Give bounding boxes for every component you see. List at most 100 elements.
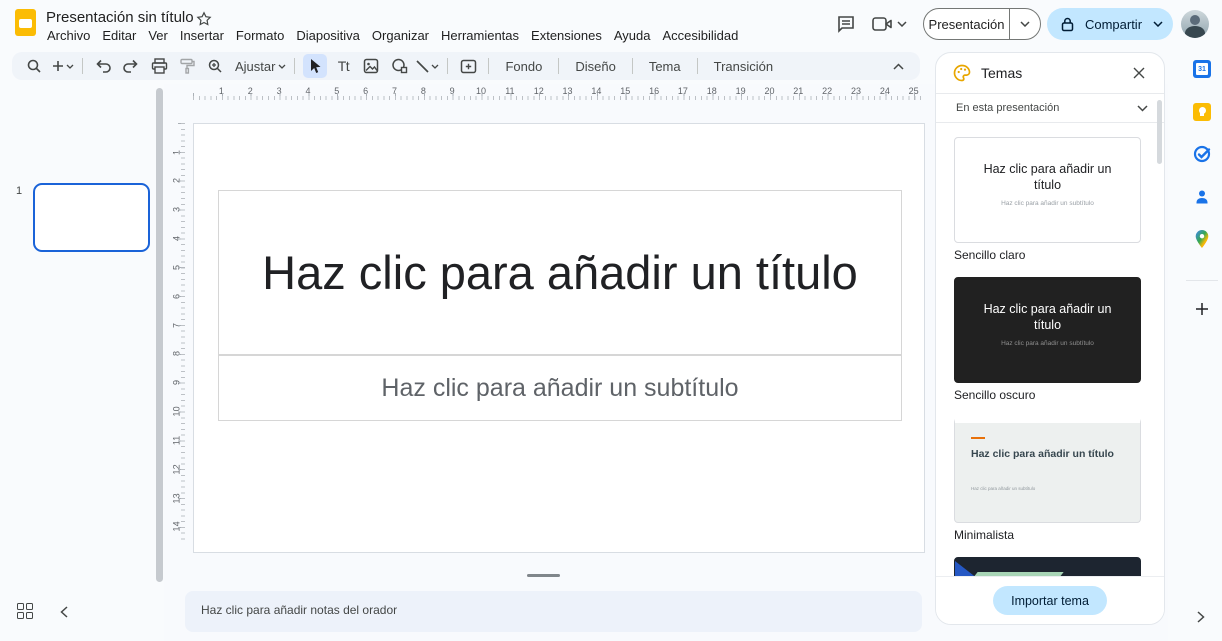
add-app-button[interactable] (1193, 300, 1211, 318)
menu-item[interactable]: Extensiones (525, 26, 608, 45)
filmstrip-scrollbar[interactable] (156, 88, 163, 582)
keep-icon[interactable] (1193, 103, 1211, 121)
title-placeholder-box[interactable]: Haz clic para añadir un título (218, 190, 902, 355)
speaker-notes[interactable]: Haz clic para añadir notas del orador (185, 591, 922, 632)
slide-editor[interactable]: Haz clic para añadir un título Haz clic … (193, 123, 925, 553)
background-label[interactable]: Fondo (497, 59, 550, 74)
chevron-left-icon (60, 606, 68, 618)
theme-subtitle-placeholder: Haz clic para añadir un subtítulo (955, 200, 1140, 207)
calendar-icon[interactable]: 31 (1193, 60, 1211, 78)
document-title[interactable]: Presentación sin título (46, 9, 194, 26)
fit-zoom-label[interactable]: Ajustar (231, 59, 277, 74)
star-icon[interactable] (196, 11, 212, 27)
notes-resize-handle[interactable] (527, 574, 560, 577)
print-button[interactable] (147, 54, 171, 78)
paint-format-button[interactable] (175, 54, 199, 78)
ruler-number: 5 (163, 260, 192, 274)
present-button[interactable]: Presentación (923, 8, 1041, 40)
ruler-number: 3 (163, 203, 192, 217)
menu-item[interactable]: Accesibilidad (657, 26, 745, 45)
theme-thumbnail[interactable]: Haz clic para añadir un título Haz clic … (954, 137, 1141, 243)
plus-icon (51, 59, 65, 73)
theme-card[interactable]: Haz clic para añadir un título Haz clic … (954, 417, 1146, 543)
speaker-notes-placeholder: Haz clic para añadir notas del orador (201, 603, 397, 617)
themes-panel: Temas En esta presentación Haz clic para… (935, 52, 1165, 625)
transition-label[interactable]: Transición (706, 59, 781, 74)
theme-button[interactable]: Tema (641, 54, 689, 78)
share-button-label[interactable]: Compartir (1074, 17, 1153, 32)
layout-button[interactable]: Diseño (567, 54, 623, 78)
close-panel-button[interactable] (1128, 62, 1150, 84)
themes-panel-header: Temas (936, 53, 1164, 94)
search-menus-button[interactable] (22, 54, 46, 78)
hide-side-panel-button[interactable] (1194, 610, 1208, 624)
divider (558, 58, 559, 74)
placeholder-plus-icon (460, 59, 477, 74)
theme-name: Minimalista (954, 528, 1146, 543)
meet-camera-button[interactable] (868, 10, 910, 38)
grid-view-icon[interactable] (17, 603, 34, 620)
chevron-down-icon (278, 64, 286, 69)
insert-line-button[interactable] (415, 54, 439, 78)
menu-item[interactable]: Formato (230, 26, 290, 45)
background-button[interactable]: Fondo (497, 54, 550, 78)
menu-item[interactable]: Editar (96, 26, 142, 45)
transition-button[interactable]: Transición (706, 54, 781, 78)
theme-card[interactable]: Haz clic para añadir un título Haz clic … (954, 277, 1146, 403)
comments-button[interactable] (832, 10, 860, 38)
present-button-label[interactable]: Presentación (924, 17, 1009, 32)
horizontal-ruler-ticks (193, 96, 925, 100)
menu-item[interactable]: Ayuda (608, 26, 657, 45)
subtitle-placeholder-box[interactable]: Haz clic para añadir un subtítulo (218, 355, 902, 421)
zoom-add-button[interactable] (50, 54, 74, 78)
theme-card[interactable]: Haz clic para añadir un título Haz clic … (954, 137, 1146, 263)
insert-placeholder-button[interactable] (456, 54, 480, 78)
fit-zoom-select[interactable]: Ajustar (231, 54, 286, 78)
google-slides-app: Presentación sin título ArchivoEditarVer… (0, 0, 1222, 641)
title-placeholder-text: Haz clic para añadir un título (262, 242, 858, 304)
in-this-presentation-section[interactable]: En esta presentación (936, 94, 1164, 123)
keep-bulb-base (1200, 113, 1204, 116)
tasks-icon[interactable] (1193, 145, 1211, 163)
slides-logo-icon[interactable] (15, 9, 36, 36)
select-tool-button[interactable] (303, 54, 327, 78)
zoom-button[interactable] (203, 54, 227, 78)
ruler-number: 7 (163, 318, 192, 332)
themes-panel-footer: Importar tema (936, 576, 1164, 624)
theme-title-placeholder: Haz clic para añadir un título (971, 446, 1140, 462)
theme-thumbnail[interactable]: Haz clic para añadir un título Haz clic … (954, 417, 1141, 523)
insert-shape-button[interactable] (387, 54, 411, 78)
image-icon (363, 58, 379, 74)
theme-list: Haz clic para añadir un título Haz clic … (936, 123, 1164, 578)
chevron-down-icon[interactable] (1137, 105, 1148, 112)
text-box-button[interactable]: Tt (331, 54, 355, 78)
menu-item[interactable]: Ver (142, 26, 174, 45)
theme-label[interactable]: Tema (641, 59, 689, 74)
menu-item[interactable]: Insertar (174, 26, 230, 45)
menu-item[interactable]: Diapositiva (290, 26, 366, 45)
slide-thumbnail[interactable] (33, 183, 150, 252)
layout-label[interactable]: Diseño (567, 59, 623, 74)
theme-thumbnail[interactable]: Haz clic para añadir un título Haz clic … (954, 277, 1141, 383)
collapse-filmstrip-button[interactable] (56, 604, 72, 620)
chevron-down-icon[interactable] (1153, 21, 1163, 27)
contacts-icon[interactable] (1193, 188, 1211, 206)
ruler-number: 11 (163, 433, 192, 447)
share-button[interactable]: Compartir (1047, 8, 1173, 40)
undo-button[interactable] (91, 54, 115, 78)
themes-panel-scrollbar[interactable] (1157, 100, 1162, 164)
avatar[interactable] (1181, 10, 1209, 38)
present-options-caret[interactable] (1010, 21, 1040, 27)
menu-item[interactable]: Organizar (366, 26, 435, 45)
theme-card[interactable] (954, 557, 1146, 578)
insert-image-button[interactable] (359, 54, 383, 78)
menu-item[interactable]: Archivo (41, 26, 96, 45)
import-theme-button[interactable]: Importar tema (993, 586, 1107, 615)
maps-icon[interactable] (1193, 230, 1211, 248)
redo-button[interactable] (119, 54, 143, 78)
themes-panel-title: Temas (981, 65, 1128, 81)
menu-item[interactable]: Herramientas (435, 26, 525, 45)
hide-menus-button[interactable] (886, 54, 910, 78)
theme-thumbnail[interactable] (954, 557, 1141, 578)
side-apps-strip: 31 (1168, 48, 1222, 641)
